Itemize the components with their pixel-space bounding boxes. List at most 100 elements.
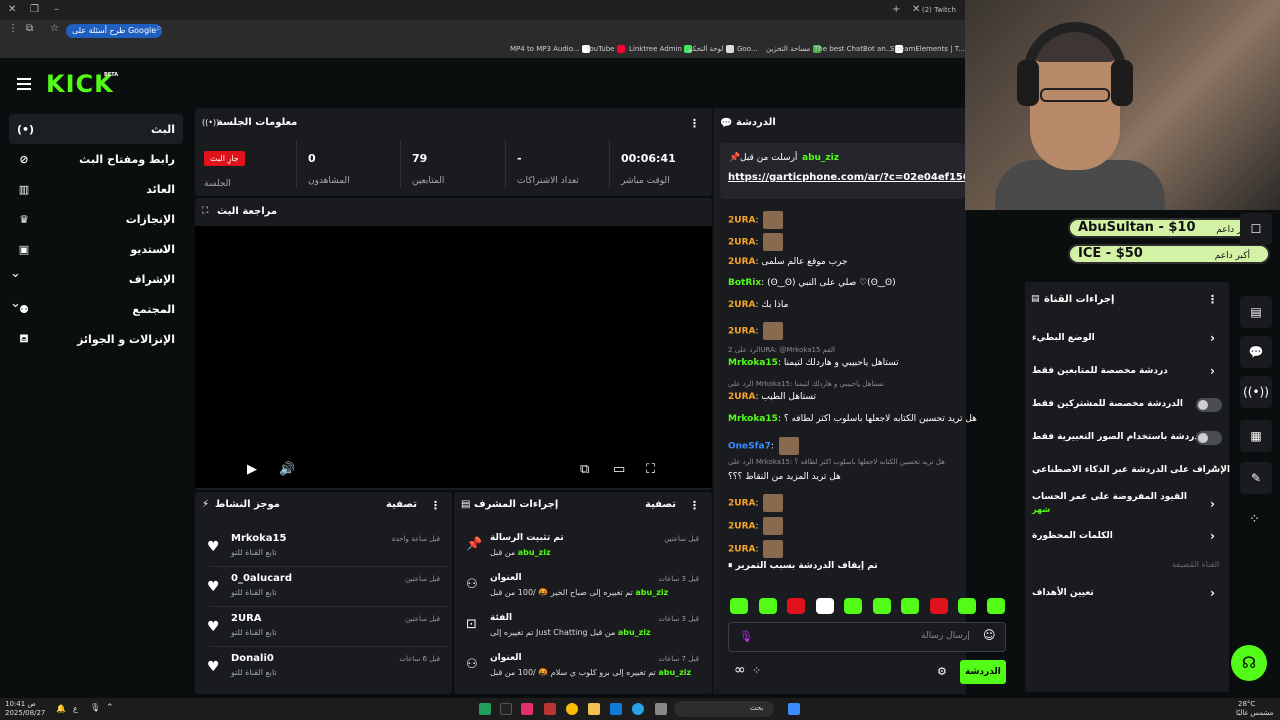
- chat-username[interactable]: 2URA: [728, 238, 755, 248]
- app-icon[interactable]: [610, 703, 622, 715]
- weather-temp[interactable]: 28°C: [1238, 700, 1255, 708]
- rail-button-tools[interactable]: ✎: [1240, 462, 1272, 494]
- quick-emote[interactable]: [815, 598, 834, 614]
- sidebar-item-live[interactable]: (•) البث: [9, 114, 183, 144]
- chat-username[interactable]: 2URA: [728, 392, 755, 402]
- quick-emote[interactable]: [872, 598, 891, 614]
- bookmark-item[interactable]: YouTube: [586, 45, 628, 53]
- tiktok-icon[interactable]: [500, 703, 512, 715]
- minimize-window-icon[interactable]: –: [54, 4, 59, 15]
- mic-icon[interactable]: 🎙: [90, 703, 100, 712]
- restore-window-icon[interactable]: ❐: [30, 4, 39, 15]
- edge-icon[interactable]: [632, 703, 644, 715]
- ai-moderation-row[interactable]: الإشراف على الدردشة عبر الذكاء الاصطناعي: [1032, 465, 1230, 475]
- banned-words-row[interactable]: الكلمات المحظورة: [1032, 531, 1222, 541]
- bookmark-item[interactable]: MP4 to MP3 Audio...: [510, 45, 593, 53]
- quick-emote[interactable]: [929, 598, 948, 614]
- subscribers-only-toggle[interactable]: [1196, 398, 1222, 412]
- taskbar-search[interactable]: بحث: [674, 701, 774, 717]
- sidebar-item-community[interactable]: ⚉ المجتمع ⌄: [9, 294, 183, 324]
- chat-username[interactable]: 2URA: [728, 216, 755, 226]
- pinned-link[interactable]: https://garticphone.com/ar/?c=02e04ef150: [728, 172, 970, 183]
- chat-username[interactable]: 2URA: [728, 545, 755, 555]
- pinned-message[interactable]: [720, 143, 965, 199]
- app-icon[interactable]: [521, 703, 533, 715]
- chat-message[interactable]: OneSfa7:: [728, 437, 799, 455]
- notification-icon[interactable]: 🔔: [56, 704, 66, 713]
- chat-username[interactable]: Mrkoka15: [728, 358, 778, 368]
- activity-username[interactable]: 2URA: [231, 613, 262, 624]
- rail-button-broadcast[interactable]: ((•)): [1240, 376, 1272, 408]
- chat-username[interactable]: 2URA: [728, 257, 755, 267]
- chat-message[interactable]: 2URA: تستاهل الطيب: [728, 392, 816, 402]
- volume-icon[interactable]: 🔊: [279, 462, 295, 477]
- sidebar-item-drops[interactable]: ⛾ الإنزالات و الجوائز: [9, 324, 183, 354]
- send-chat-button[interactable]: الدردشة: [960, 660, 1006, 684]
- chat-username[interactable]: 2URA: [728, 300, 755, 310]
- support-button[interactable]: ☊: [1231, 645, 1267, 681]
- rail-button-chat[interactable]: 💬: [1240, 336, 1272, 368]
- extensions-icon[interactable]: ⧉: [26, 23, 33, 34]
- folder-icon[interactable]: [588, 703, 600, 715]
- emotes-only-toggle[interactable]: [1196, 431, 1222, 445]
- account-age-row[interactable]: القيود المفروضة على عمر الحساب: [1032, 492, 1222, 502]
- quick-emote[interactable]: [730, 598, 748, 614]
- slow-mode-row[interactable]: الوضع البطيء: [1032, 333, 1222, 343]
- chat-message[interactable]: 2URA:: [728, 517, 784, 535]
- windows-start-icon[interactable]: [788, 703, 800, 715]
- activity-filter-button[interactable]: تصفية: [386, 499, 417, 510]
- activity-menu-icon[interactable]: ⋮: [430, 499, 441, 512]
- app-icon[interactable]: [655, 703, 667, 715]
- chat-message[interactable]: 2URA:: [728, 494, 784, 512]
- session-menu-icon[interactable]: ⋮: [689, 117, 700, 130]
- chat-paused-notice[interactable]: ⏸ تم إيقاف الدردشة بسبب التمرير: [728, 561, 958, 571]
- fullscreen-icon[interactable]: ⛶: [646, 462, 655, 477]
- infinity-icon[interactable]: ∞: [734, 662, 746, 678]
- rail-button-layout[interactable]: ▦: [1240, 420, 1272, 452]
- chat-message[interactable]: Mrkoka15: هل تريد تحسين الكتابه لاجعلها …: [728, 414, 977, 424]
- language-indicator[interactable]: ع: [73, 704, 78, 713]
- sidebar-item-moderation[interactable]: الإشراف: [9, 264, 183, 294]
- app-icon[interactable]: [479, 703, 491, 715]
- sidebar-item-stream-key[interactable]: ⊘ رابط ومفتاح البث: [9, 144, 183, 174]
- quick-emote[interactable]: [787, 598, 805, 614]
- search-icon[interactable]: ⌕: [156, 23, 162, 34]
- quick-emote[interactable]: [958, 598, 976, 614]
- bookmark-item[interactable]: لوحة التحكم: [688, 45, 737, 53]
- bookmark-item[interactable]: Goo...: [737, 45, 758, 53]
- chat-message[interactable]: 2URA: ماذا بك: [728, 300, 788, 310]
- set-goals-row[interactable]: تعيين الأهداف: [1032, 588, 1222, 598]
- new-tab-icon[interactable]: +: [892, 4, 900, 15]
- app-icon[interactable]: [544, 703, 556, 715]
- chat-username[interactable]: BotRix: [728, 278, 761, 288]
- chevron-down-icon[interactable]: ⌄: [10, 296, 21, 311]
- gear-icon[interactable]: ⚙: [937, 665, 947, 678]
- activity-username[interactable]: 0_0alucard: [231, 573, 292, 584]
- tab-title[interactable]: (2) Twitch: [922, 6, 956, 14]
- close-window-icon[interactable]: ✕: [8, 4, 16, 15]
- chat-message[interactable]: 2URA: جرب موقع عالم سلمى: [728, 257, 848, 267]
- quick-emote[interactable]: [844, 598, 862, 614]
- chat-message[interactable]: 2URA:: [728, 540, 784, 558]
- play-icon[interactable]: ▶: [247, 462, 257, 477]
- quick-emote[interactable]: [986, 598, 1005, 614]
- clock-time[interactable]: 10:41 ص: [5, 700, 36, 708]
- chevron-down-icon[interactable]: ⌄: [10, 266, 21, 281]
- pinned-user[interactable]: abu_ziz: [802, 153, 839, 163]
- chevron-up-icon[interactable]: ⌃: [106, 703, 114, 713]
- activity-username[interactable]: Mrkoka15: [231, 533, 286, 544]
- chat-message[interactable]: 2URA:: [728, 211, 784, 229]
- sidebar-item-achievements[interactable]: ♛ الإنجازات: [9, 204, 183, 234]
- mic-icon[interactable]: 🎙: [739, 630, 753, 643]
- activity-username[interactable]: Donali0: [231, 653, 274, 664]
- emoji-icon[interactable]: ☺: [983, 628, 996, 642]
- chat-message[interactable]: Mrkoka15: تستاهل ياحبيبي و هاردلك لتيمنا: [728, 358, 899, 368]
- stream-video[interactable]: [195, 226, 712, 488]
- chat-username[interactable]: 2URA: [728, 499, 755, 509]
- chat-message[interactable]: BotRix: (ʘ‿ʘ) صلي على النبي ♡(ʘ‿ʘ): [728, 278, 896, 288]
- chat-username[interactable]: 2URA: [728, 327, 755, 337]
- chat-username[interactable]: OneSfa7: [728, 442, 771, 452]
- rail-button-notes[interactable]: ▤: [1240, 296, 1272, 328]
- chat-message[interactable]: 2URA:: [728, 322, 784, 340]
- theater-icon[interactable]: ▭: [613, 462, 625, 477]
